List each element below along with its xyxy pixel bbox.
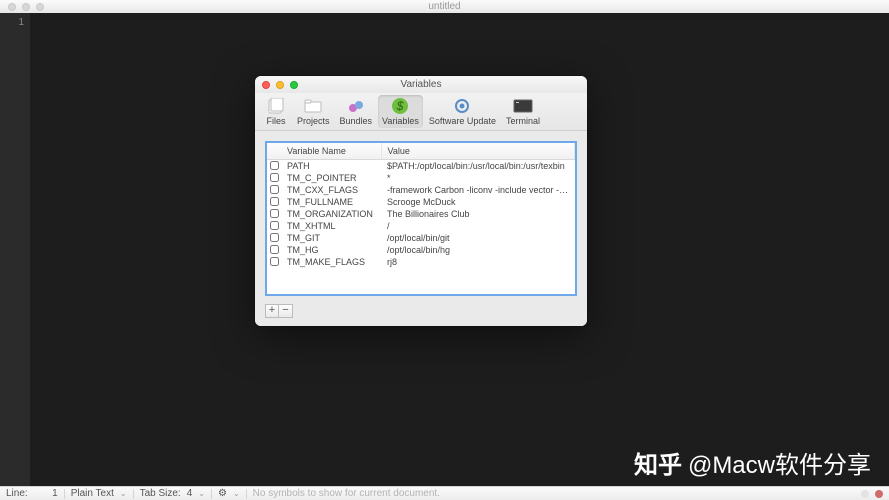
row-value[interactable]: -framework Carbon -liconv -include vecto… xyxy=(381,184,575,196)
row-value[interactable]: The Billionaires Club xyxy=(381,208,575,220)
row-value[interactable]: rj8 xyxy=(381,256,575,268)
prefs-toolbar: Files Projects Bundles $ Variables Softw… xyxy=(255,93,587,131)
status-tab-value[interactable]: 4 xyxy=(187,488,193,499)
add-row-button[interactable]: + xyxy=(265,304,279,318)
table-row[interactable]: TM_C_POINTER* xyxy=(267,172,575,184)
row-checkbox[interactable] xyxy=(270,197,279,206)
variables-table[interactable]: Variable Name Value PATH$PATH:/opt/local… xyxy=(267,143,575,268)
toolbar-terminal[interactable]: Terminal xyxy=(502,95,544,128)
toolbar-bundles-label: Bundles xyxy=(340,116,373,126)
toolbar-variables-label: Variables xyxy=(382,116,419,126)
main-titlebar: untitled xyxy=(0,0,889,13)
table-empty-space[interactable] xyxy=(267,268,575,294)
row-value[interactable]: Scrooge McDuck xyxy=(381,196,575,208)
projects-icon xyxy=(302,97,324,115)
col-value[interactable]: Value xyxy=(381,143,575,160)
row-name[interactable]: TM_HG xyxy=(281,244,381,256)
status-sep xyxy=(211,489,212,499)
gutter-line-number: 1 xyxy=(0,17,24,28)
status-bar: Line: 1 Plain Text ⌄ Tab Size: 4 ⌄ ⚙ ⌄ N… xyxy=(0,486,889,500)
document-title: untitled xyxy=(0,1,889,12)
table-row[interactable]: TM_FULLNAMEScrooge McDuck xyxy=(267,196,575,208)
status-tab-label: Tab Size: xyxy=(140,488,181,499)
remove-row-button[interactable]: − xyxy=(279,304,293,318)
row-checkbox-cell[interactable] xyxy=(267,208,281,220)
status-sep xyxy=(246,489,247,499)
dropdown-icon: ⌄ xyxy=(120,489,127,498)
status-line-value[interactable]: 1 xyxy=(34,488,58,499)
col-name[interactable]: Variable Name xyxy=(281,143,381,160)
toolbar-terminal-label: Terminal xyxy=(506,116,540,126)
row-name[interactable]: TM_CXX_FLAGS xyxy=(281,184,381,196)
row-name[interactable]: TM_GIT xyxy=(281,232,381,244)
row-name[interactable]: TM_MAKE_FLAGS xyxy=(281,256,381,268)
row-name[interactable]: TM_XHTML xyxy=(281,220,381,232)
dropdown-icon: ⌄ xyxy=(198,489,205,498)
col-checkbox[interactable] xyxy=(267,143,281,160)
status-language[interactable]: Plain Text xyxy=(71,488,114,499)
table-row[interactable]: TM_GIT/opt/local/bin/git xyxy=(267,232,575,244)
table-row[interactable]: TM_MAKE_FLAGSrj8 xyxy=(267,256,575,268)
status-indicator-2[interactable] xyxy=(875,490,883,498)
row-checkbox-cell[interactable] xyxy=(267,196,281,208)
row-checkbox[interactable] xyxy=(270,233,279,242)
table-row[interactable]: TM_HG/opt/local/bin/hg xyxy=(267,244,575,256)
row-checkbox[interactable] xyxy=(270,245,279,254)
gear-icon[interactable]: ⚙ xyxy=(218,488,227,499)
row-checkbox-cell[interactable] xyxy=(267,184,281,196)
toolbar-projects-label: Projects xyxy=(297,116,330,126)
status-sep xyxy=(133,489,134,499)
table-row[interactable]: TM_ORGANIZATIONThe Billionaires Club xyxy=(267,208,575,220)
row-value[interactable]: / xyxy=(381,220,575,232)
status-sep xyxy=(64,489,65,499)
table-row[interactable]: TM_XHTML/ xyxy=(267,220,575,232)
toolbar-variables[interactable]: $ Variables xyxy=(378,95,423,128)
variables-icon: $ xyxy=(389,97,411,115)
row-value[interactable]: /opt/local/bin/hg xyxy=(381,244,575,256)
files-icon xyxy=(265,97,287,115)
row-checkbox-cell[interactable] xyxy=(267,244,281,256)
row-checkbox[interactable] xyxy=(270,185,279,194)
bundles-icon xyxy=(345,97,367,115)
table-row[interactable]: TM_CXX_FLAGS-framework Carbon -liconv -i… xyxy=(267,184,575,196)
row-checkbox-cell[interactable] xyxy=(267,172,281,184)
toolbar-files[interactable]: Files xyxy=(261,95,291,128)
dialog-titlebar: Variables xyxy=(255,76,587,93)
software-update-icon xyxy=(451,97,473,115)
row-value[interactable]: $PATH:/opt/local/bin:/usr/local/bin:/usr… xyxy=(381,160,575,173)
status-line-label: Line: xyxy=(6,488,28,499)
row-checkbox-cell[interactable] xyxy=(267,256,281,268)
status-symbols[interactable]: No symbols to show for current document. xyxy=(253,488,440,499)
row-checkbox[interactable] xyxy=(270,221,279,230)
variables-pane: Variable Name Value PATH$PATH:/opt/local… xyxy=(255,131,587,326)
row-name[interactable]: TM_FULLNAME xyxy=(281,196,381,208)
toolbar-bundles[interactable]: Bundles xyxy=(336,95,377,128)
terminal-icon xyxy=(512,97,534,115)
row-name[interactable]: TM_ORGANIZATION xyxy=(281,208,381,220)
toolbar-software-update[interactable]: Software Update xyxy=(425,95,500,128)
row-value[interactable]: /opt/local/bin/git xyxy=(381,232,575,244)
toolbar-projects[interactable]: Projects xyxy=(293,95,334,128)
row-name[interactable]: PATH xyxy=(281,160,381,173)
row-value[interactable]: * xyxy=(381,172,575,184)
row-checkbox[interactable] xyxy=(270,161,279,170)
preferences-dialog: Variables Files Projects Bundles $ Varia… xyxy=(255,76,587,326)
row-checkbox-cell[interactable] xyxy=(267,160,281,173)
row-checkbox-cell[interactable] xyxy=(267,220,281,232)
row-checkbox[interactable] xyxy=(270,209,279,218)
toolbar-software-update-label: Software Update xyxy=(429,116,496,126)
line-gutter: 1 xyxy=(0,13,30,490)
row-checkbox-cell[interactable] xyxy=(267,232,281,244)
dialog-title: Variables xyxy=(255,79,587,90)
variables-table-wrap: Variable Name Value PATH$PATH:/opt/local… xyxy=(265,141,577,296)
table-button-row: + − xyxy=(265,304,577,318)
toolbar-files-label: Files xyxy=(266,116,285,126)
row-name[interactable]: TM_C_POINTER xyxy=(281,172,381,184)
svg-text:$: $ xyxy=(396,99,404,113)
table-row[interactable]: PATH$PATH:/opt/local/bin:/usr/local/bin:… xyxy=(267,160,575,173)
status-indicator-1[interactable] xyxy=(861,490,869,498)
row-checkbox[interactable] xyxy=(270,257,279,266)
dropdown-icon: ⌄ xyxy=(233,489,240,498)
row-checkbox[interactable] xyxy=(270,173,279,182)
